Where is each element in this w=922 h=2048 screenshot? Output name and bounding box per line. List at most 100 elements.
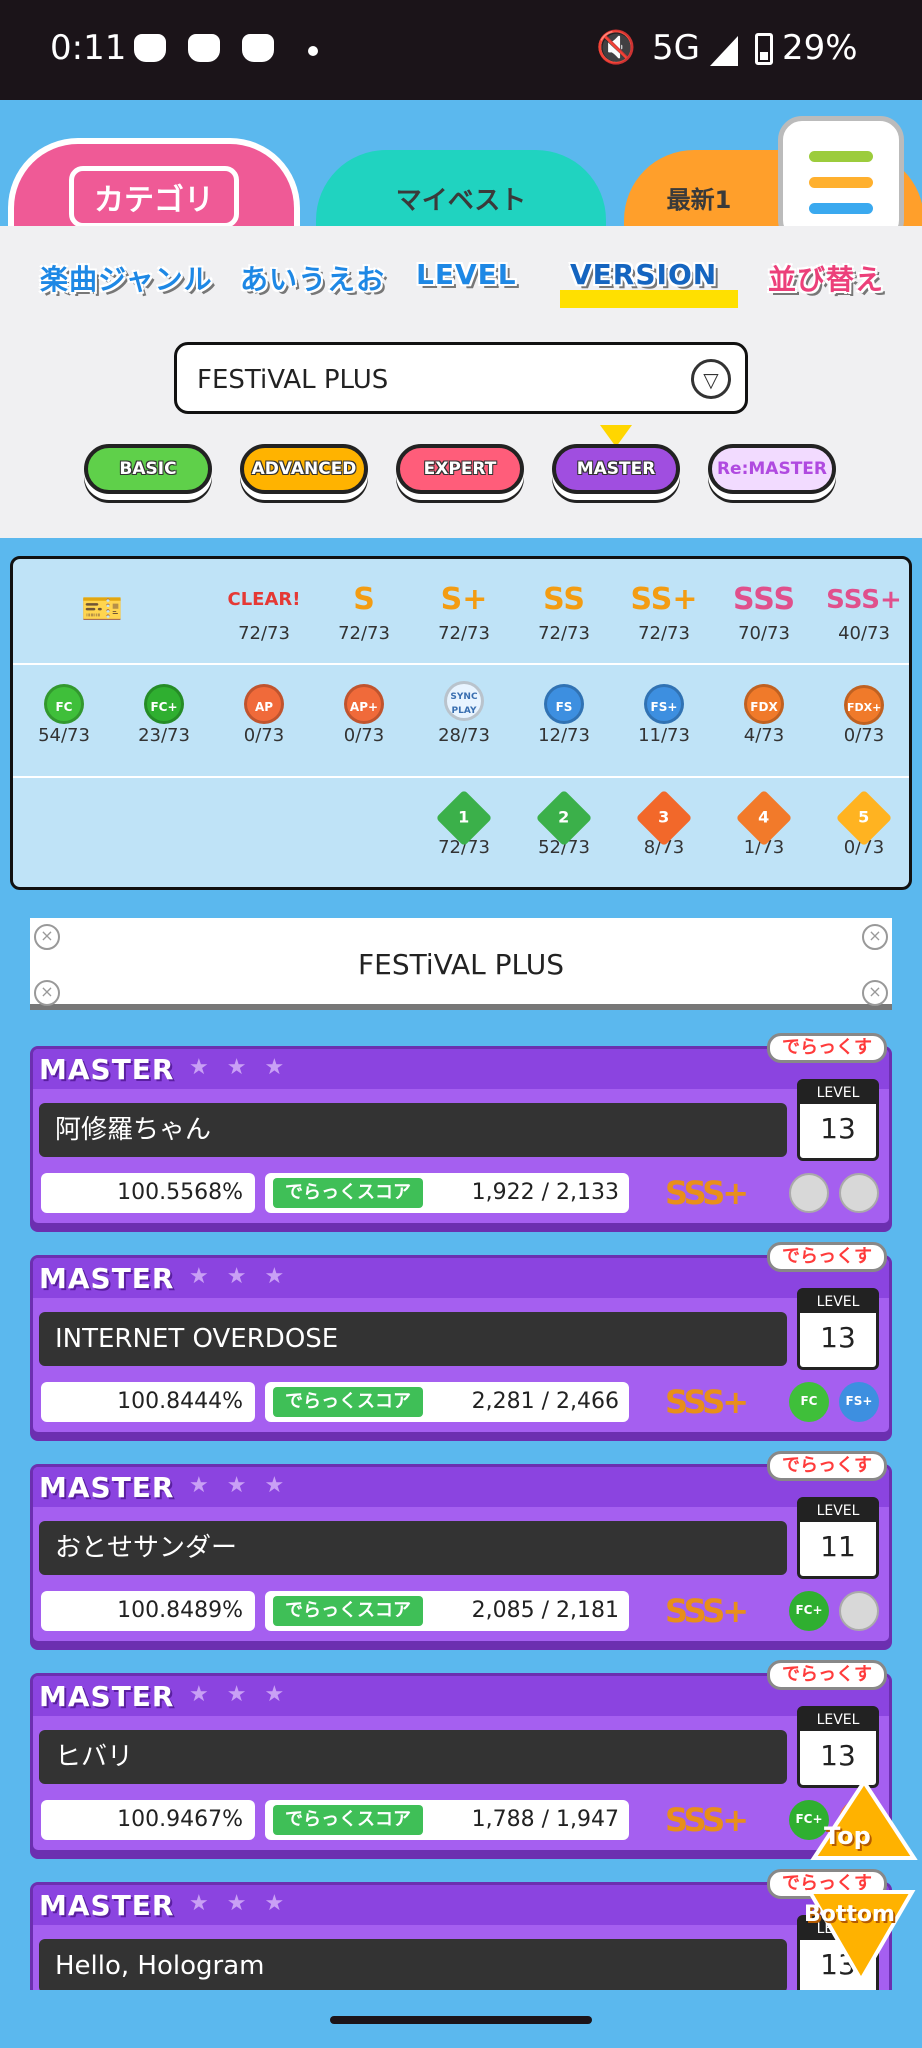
ap-plus-icon: AP+ [344, 684, 384, 724]
sync-play-icon: SYNC PLAY [444, 681, 484, 721]
rank-sss-icon: SSS [732, 582, 796, 617]
dx-score-box: でらっくスコア 1,922 / 2,133 [265, 1173, 629, 1213]
divider [13, 663, 909, 665]
difficulty-basic-button[interactable]: BASIC [84, 444, 212, 494]
tab-category-label: カテゴリ [69, 166, 239, 228]
level-header: LEVEL [800, 1291, 876, 1313]
fs-plus-icon: FS+ [839, 1382, 879, 1422]
dx-score-box: でらっくスコア 2,085 / 2,181 [265, 1591, 629, 1631]
level-box: LEVEL 13 [797, 1079, 879, 1161]
version-select[interactable]: FESTiVAL PLUS ▽ [174, 342, 748, 414]
stat-ap-plus: AP+ 0/73 [319, 681, 409, 746]
status-time: 0:11 [50, 28, 127, 68]
stat-ap: AP 0/73 [219, 681, 309, 746]
stat-count: 0/73 [243, 725, 285, 746]
difficulty-master-button[interactable]: MASTER [552, 444, 680, 494]
difficulty-expert-button[interactable]: EXPERT [396, 444, 524, 494]
song-title: おとせサンダー [39, 1521, 787, 1575]
discord-icon [242, 34, 274, 62]
fs-icon: FS [544, 684, 584, 724]
fdx-icon: FDX [744, 684, 784, 724]
stat-count: 12/73 [538, 725, 590, 746]
fc-plus-icon: FC+ [789, 1591, 829, 1631]
dx-score-value: 1,788 / 1,947 [471, 1807, 619, 1832]
song-card[interactable]: MASTER ★★★ でらっくす LEVEL 13 ヒバリ 100.9467% で… [30, 1660, 892, 1853]
fc-plus-icon: FC+ [144, 684, 184, 724]
star-icons: ★★★ [189, 1682, 303, 1707]
stat-rank-s: S 72/73 [319, 579, 409, 644]
network-type: 5G [652, 28, 700, 68]
fc-icon: FC [789, 1382, 829, 1422]
stat-count: 72/73 [338, 623, 390, 644]
achievement: 100.8444% [41, 1382, 255, 1422]
clear-icon: CLEAR! [227, 589, 301, 610]
rank-icon: SSS+ [665, 1174, 749, 1212]
sort-order[interactable]: 並び替え [768, 258, 884, 298]
mute-icon: 🔇 [596, 28, 636, 66]
level-box: LEVEL 13 [797, 1706, 879, 1788]
song-card[interactable]: MASTER ★★★ でらっくす LEVEL13 Hello, Hologram [30, 1869, 892, 1997]
sort-level[interactable]: LEVEL [416, 258, 517, 291]
hamburger-line [809, 203, 873, 214]
scroll-top-button[interactable]: Top [810, 1778, 918, 1874]
rank-icon: SSS+ [665, 1592, 749, 1630]
difficulty-label: MASTER [39, 1471, 175, 1504]
star-icons: ★★★ [189, 1891, 303, 1916]
stat-count: 11/73 [638, 725, 690, 746]
rank-sss-plus-icon: SSS+ [826, 585, 902, 615]
difficulty-advanced-button[interactable]: ADVANCED [240, 444, 368, 494]
level-value: 13 [820, 1112, 856, 1145]
sort-aiueo[interactable]: あいうえお [240, 258, 385, 298]
stat-count: 72/73 [538, 623, 590, 644]
rank-s-plus-icon: S+ [440, 582, 488, 617]
level-header: LEVEL [800, 1709, 876, 1731]
star-number: 4 [758, 807, 770, 827]
difficulty-label: MASTER [39, 1262, 175, 1295]
scroll-bottom-button[interactable]: Bottom [800, 1886, 922, 1986]
stat-star-2: 2 52/73 [519, 789, 609, 858]
stat-count: 23/73 [138, 725, 190, 746]
song-title: ヒバリ [39, 1730, 787, 1784]
stat-star-3: 3 8/73 [619, 789, 709, 858]
close-icon: × [862, 980, 888, 1006]
difficulty-label: MASTER [39, 1680, 175, 1713]
sort-genre[interactable]: 楽曲ジャンル [40, 258, 213, 298]
scroll-bottom-label: Bottom [804, 1902, 895, 1927]
song-card[interactable]: MASTER ★★★ でらっくす LEVEL 13 阿修羅ちゃん 100.5568… [30, 1033, 892, 1226]
home-handle[interactable] [330, 2016, 592, 2024]
dx-score-box: でらっくスコア 1,788 / 1,947 [265, 1800, 629, 1840]
dropdown-arrow-icon: ▽ [691, 359, 731, 399]
stats-panel: 🎫 CLEAR! 72/73 S 72/73 S+ 72/73 SS 72/73… [10, 556, 912, 890]
level-value: 11 [820, 1530, 856, 1563]
tab-my-best[interactable]: マイベスト [316, 150, 606, 228]
stat-star-5: 5 0/73 [819, 789, 909, 858]
rank-icon: SSS+ [665, 1383, 749, 1421]
tab-category[interactable]: カテゴリ [8, 138, 300, 228]
dx-score-label: でらっくスコア [273, 1387, 423, 1417]
rank-ss-plus-icon: SS+ [630, 582, 698, 617]
stat-fc-plus: FC+ 23/73 [119, 681, 209, 746]
difficulty-remaster-button[interactable]: Re:MASTER [708, 444, 836, 494]
discord-icon [134, 34, 166, 62]
menu-button[interactable] [778, 116, 904, 244]
fdx-plus-icon: FDX+ [844, 685, 884, 725]
dx-score-label: でらっくスコア [273, 1805, 423, 1835]
level-box: LEVEL 11 [797, 1497, 879, 1579]
dx-badge: でらっくす [767, 1033, 887, 1063]
divider [13, 776, 909, 778]
stat-rank-sss: SSS 70/73 [719, 579, 809, 644]
star-icons: ★★★ [189, 1264, 303, 1289]
stat-fdx: FDX 4/73 [719, 681, 809, 746]
mascot-icon: 🎫 [81, 589, 124, 629]
stat-rank-s-plus: S+ 72/73 [419, 579, 509, 644]
dx-score-label: でらっくスコア [273, 1596, 423, 1626]
sort-version[interactable]: VERSION [570, 258, 717, 291]
fs-plus-icon: FS+ [644, 684, 684, 724]
level-header: LEVEL [800, 1082, 876, 1104]
achievement: 100.5568% [41, 1173, 255, 1213]
song-card[interactable]: MASTER ★★★ でらっくす LEVEL 13 INTERNET OVERDO… [30, 1242, 892, 1435]
song-card[interactable]: MASTER ★★★ でらっくす LEVEL 11 おとせサンダー 100.848… [30, 1451, 892, 1644]
stat-count: 40/73 [838, 623, 890, 644]
battery-icon [755, 33, 773, 65]
dx-score-value: 1,922 / 2,133 [471, 1180, 619, 1205]
